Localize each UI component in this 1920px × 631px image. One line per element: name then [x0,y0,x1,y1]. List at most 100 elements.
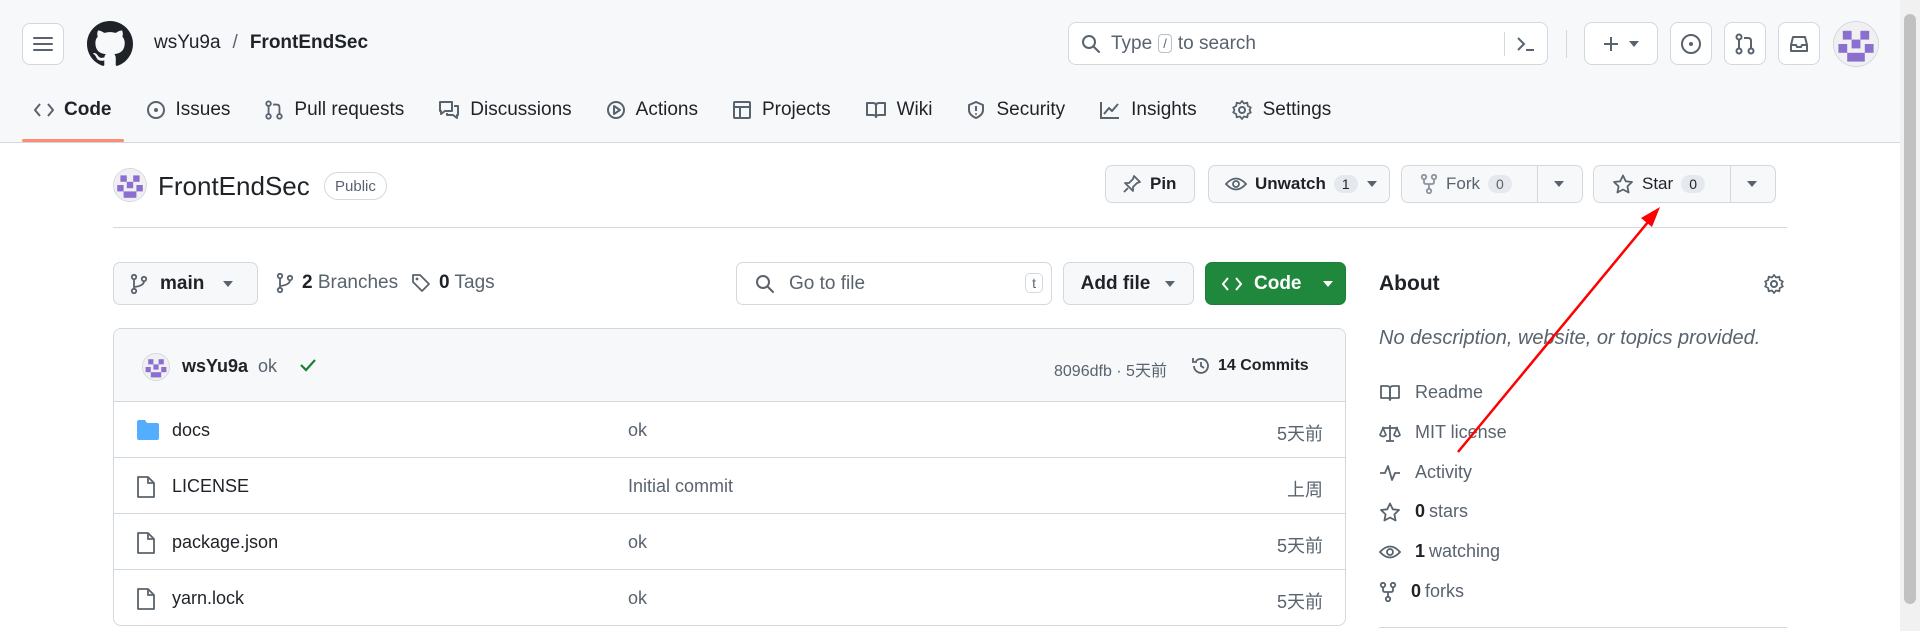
license-label: MIT license [1415,422,1507,442]
unwatch-label: Unwatch [1255,174,1326,193]
repo-title[interactable]: FrontEndSec [158,171,310,202]
header-divider [1566,30,1567,58]
tab-projects[interactable]: Projects [720,90,843,130]
go-to-file-shortcut: t [1025,273,1043,293]
github-logo-icon[interactable] [87,21,133,67]
file-name-link[interactable]: docs [172,420,210,441]
folder-icon [137,420,159,440]
tab-pull-requests[interactable]: Pull requests [252,90,416,130]
menu-button[interactable] [22,23,64,65]
user-avatar[interactable] [1833,21,1879,67]
caret-down-icon [223,280,234,287]
branches-link[interactable]: 2 Branches [276,272,398,294]
file-commit-message[interactable]: ok [628,532,647,553]
tab-issues[interactable]: Issues [134,90,243,130]
branch-selector-button[interactable]: main [113,262,258,305]
branch-icon [276,273,294,293]
issues-shortcut-button[interactable] [1670,22,1712,65]
forks-link[interactable]: 0 forks [1379,581,1464,602]
file-commit-message[interactable]: ok [628,420,647,441]
gear-icon [1231,100,1252,120]
watching-link[interactable]: 1 watching [1379,541,1500,562]
command-palette-icon[interactable] [1515,33,1537,55]
file-icon [137,532,155,554]
commits-history-link[interactable]: 14 Commits [1190,355,1309,377]
breadcrumb: wsYu9a / FrontEndSec [154,32,368,54]
identicon-icon [1834,22,1878,66]
caret-down-icon [1554,181,1564,187]
commit-author[interactable]: wsYu9a [182,356,248,377]
pull-requests-shortcut-button[interactable] [1724,22,1766,65]
commit-author-avatar[interactable] [142,353,170,381]
search-slash-key: / [1158,34,1172,53]
pin-button[interactable]: Pin [1105,165,1195,203]
table-row[interactable]: docs ok 5天前 [114,402,1345,458]
tab-settings[interactable]: Settings [1219,90,1344,130]
plus-icon [1604,36,1618,51]
readme-link[interactable]: Readme [1379,382,1483,403]
global-header: wsYu9a / FrontEndSec Type / to search Co… [0,0,1900,143]
tab-label: Actions [635,99,698,120]
file-commit-message[interactable]: ok [628,588,647,609]
table-row[interactable]: package.json ok 5天前 [114,514,1345,570]
file-name-link[interactable]: LICENSE [172,476,249,497]
commit-message[interactable]: ok [258,356,277,377]
caret-down-icon [1747,181,1757,187]
hamburger-icon [33,37,53,51]
issue-icon [146,101,165,119]
license-link[interactable]: MIT license [1379,422,1507,443]
title-divider [113,227,1787,228]
table-row[interactable]: LICENSE Initial commit 上周 [114,458,1345,514]
go-to-file-input[interactable]: Go to file t [736,262,1052,305]
watching-count: 1 [1415,541,1426,561]
file-name-link[interactable]: package.json [172,532,278,553]
eye-icon [1225,177,1247,191]
file-name-link[interactable]: yarn.lock [172,588,244,609]
unwatch-button[interactable]: Unwatch 1 [1208,165,1390,203]
create-new-button[interactable] [1584,22,1658,65]
breadcrumb-separator: / [232,32,238,53]
fork-dropdown-button[interactable] [1537,166,1580,202]
check-icon[interactable] [298,356,318,374]
tab-security[interactable]: Security [954,90,1077,130]
inbox-button[interactable] [1778,22,1820,65]
file-commit-message[interactable]: Initial commit [628,476,733,497]
caret-down-icon [1165,280,1176,287]
commit-hash-time[interactable]: 8096dfb · 5天前 [1054,357,1167,381]
add-file-button[interactable]: Add file [1063,262,1194,305]
star-button[interactable]: Star 0 [1594,166,1730,202]
code-button[interactable]: Code [1205,262,1346,305]
page-scrollbar-thumb[interactable] [1904,14,1916,604]
table-row[interactable]: yarn.lock ok 5天前 [114,570,1345,625]
add-file-label: Add file [1080,272,1151,294]
tab-insights[interactable]: Insights [1087,90,1208,130]
gear-icon[interactable] [1763,273,1785,295]
search-placeholder-prefix: Type [1111,32,1153,54]
file-commit-date: 5天前 [1276,424,1323,444]
pin-label: Pin [1150,174,1177,193]
search-icon [756,274,774,293]
tab-label: Projects [761,99,831,120]
branches-label: Branches [317,272,399,293]
stars-link[interactable]: 0 stars [1379,501,1468,522]
activity-link[interactable]: Activity [1379,462,1472,483]
tab-actions[interactable]: Actions [594,90,710,130]
tab-discussions[interactable]: Discussions [426,90,583,130]
stars-label: stars [1429,501,1469,521]
fork-button[interactable]: Fork 0 [1402,166,1537,202]
breadcrumb-repo-link[interactable]: FrontEndSec [250,32,368,54]
breadcrumb-owner-link[interactable]: wsYu9a [154,32,221,54]
global-search-input[interactable]: Type / to search [1068,22,1548,65]
tab-label: Pull requests [294,99,405,120]
star-list-dropdown-button[interactable] [1730,166,1773,202]
star-counter: 0 [1681,175,1705,193]
tab-code[interactable]: Code [22,90,124,142]
repo-owner-avatar[interactable] [113,168,147,202]
graph-icon [1100,102,1120,119]
tab-label: Wiki [896,99,933,120]
tags-link[interactable]: 0 Tags [411,272,495,294]
about-heading: About [1379,272,1440,295]
pull-request-icon [1735,33,1755,54]
tab-wiki[interactable]: Wiki [853,90,945,130]
fork-button-group: Fork 0 [1401,165,1583,203]
